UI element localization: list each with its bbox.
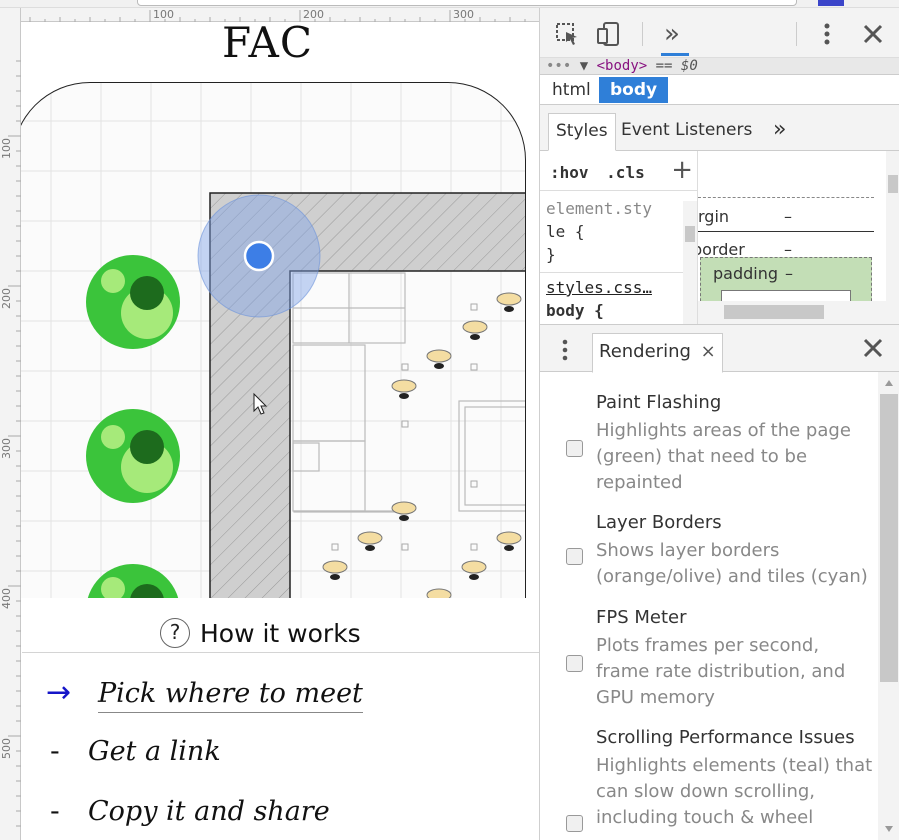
box-model-hscroll[interactable]: [698, 301, 899, 324]
box-model-margin-value[interactable]: –: [784, 207, 792, 226]
ruler-label: 400: [0, 588, 13, 609]
node-tab-html[interactable]: html: [541, 77, 602, 103]
option-desc: Plots frames per second, frame rate dist…: [596, 635, 846, 708]
fps-meter-checkbox[interactable]: [566, 655, 583, 672]
divider: [22, 652, 539, 653]
cls-toggle[interactable]: .cls: [606, 163, 645, 182]
option-title: Layer Borders: [596, 512, 722, 533]
kebab-menu-icon[interactable]: [813, 20, 841, 48]
ruler-label: 300: [0, 438, 13, 459]
stools: [322, 292, 522, 598]
breadcrumb-tag[interactable]: <body>: [597, 58, 648, 74]
breadcrumb[interactable]: ••• ▼ <body> == $0: [540, 58, 899, 75]
option-title: Scrolling Performance Issues: [596, 727, 855, 748]
option-desc: Highlights elements (teal) that can slow…: [596, 755, 873, 828]
browser-top-strip: [0, 0, 899, 8]
close-devtools-icon[interactable]: [859, 20, 887, 48]
arrow-right-icon: →: [46, 675, 72, 710]
close-drawer-icon[interactable]: [860, 335, 886, 365]
devtools-panel: » ••• ▼ <body> == $0 html body Styles Ev…: [539, 8, 899, 840]
box-model-margin-label: rgin: [698, 207, 730, 226]
location-marker: [197, 194, 321, 318]
styles-scrollbar[interactable]: [683, 201, 697, 324]
rule-brace: }: [546, 245, 556, 264]
node-tabs: html body: [540, 75, 899, 105]
stylesheet-link[interactable]: styles.css…: [540, 276, 697, 299]
how-it-works[interactable]: ? How it works: [160, 618, 361, 648]
page-viewport: 100 200 300 100 200 300 400 500 FAC ? Ho…: [0, 0, 539, 840]
furniture-outlines: [292, 272, 525, 513]
step-label: Copy it and share: [88, 796, 330, 827]
address-bar[interactable]: [137, 0, 797, 6]
option-desc: Highlights areas of the page (green) tha…: [596, 420, 851, 493]
rendering-scrollbar[interactable]: [878, 372, 899, 840]
plant-icon: [86, 409, 180, 503]
tab-rendering-label: Rendering: [599, 341, 691, 362]
option-title: Paint Flashing: [596, 392, 722, 413]
node-tab-body[interactable]: body: [599, 77, 669, 103]
scrolling-performance-checkbox[interactable]: [566, 815, 583, 832]
inspect-element-icon[interactable]: [553, 20, 581, 48]
option-title: FPS Meter: [596, 607, 687, 628]
step-label: Pick where to meet: [98, 678, 363, 713]
breadcrumb-eq: == $0: [655, 58, 698, 74]
add-rule-icon[interactable]: +: [671, 155, 693, 185]
box-model-padding-label: padding: [713, 264, 779, 283]
ruler-label: 100: [0, 138, 13, 159]
how-it-works-label: How it works: [200, 618, 361, 648]
hov-toggle[interactable]: :hov: [550, 163, 589, 182]
floor-map[interactable]: [12, 82, 526, 598]
box-model-vscroll[interactable]: [886, 151, 899, 301]
ruler-left: 100 200 300 400 500: [0, 8, 21, 840]
tab-rendering[interactable]: Rendering ×: [592, 333, 723, 373]
step-pick-where-to-meet[interactable]: → Pick where to meet: [46, 675, 363, 713]
rule-selector[interactable]: body {: [540, 299, 697, 322]
more-tabs-icon[interactable]: »: [658, 20, 686, 48]
paint-flashing-checkbox[interactable]: [566, 440, 583, 457]
help-icon[interactable]: ?: [160, 618, 190, 648]
ruler-label: 100: [153, 8, 174, 21]
more-panels-icon[interactable]: »: [766, 113, 793, 151]
rule-selector[interactable]: le {: [540, 220, 697, 243]
page-title: FAC: [222, 18, 313, 67]
plant-icon: [87, 564, 179, 598]
ruler-label: 200: [303, 8, 324, 21]
drawer-menu-icon[interactable]: [555, 337, 575, 367]
style-filter-row: :hov .cls +: [540, 151, 697, 191]
drawer-header: Rendering ×: [540, 324, 899, 373]
tab-styles[interactable]: Styles: [548, 113, 616, 151]
ruler-label: 300: [453, 8, 474, 21]
tab-event-listeners[interactable]: Event Listeners: [614, 113, 759, 151]
plant-icon: [86, 255, 180, 349]
ruler-label: 200: [0, 288, 13, 309]
close-tab-icon[interactable]: ×: [701, 341, 716, 362]
rule-selector[interactable]: element.sty: [540, 197, 697, 220]
step-label: Get a link: [88, 736, 221, 767]
step-copy-and-share[interactable]: - Copy it and share: [50, 796, 330, 827]
box-model: rgin – border – padding –: [698, 151, 899, 324]
option-desc: Shows layer borders (orange/olive) and t…: [596, 540, 868, 587]
devtools-toolbar: »: [540, 8, 899, 58]
extension-badge[interactable]: [818, 0, 844, 6]
rendering-panel: Paint Flashing Highlights areas of the p…: [540, 372, 899, 840]
device-toolbar-icon[interactable]: [595, 20, 623, 48]
ruler-label: 500: [0, 738, 13, 759]
styles-pane: :hov .cls + element.sty le { } styles.cs…: [540, 151, 698, 324]
ruler-top: 100 200 300: [0, 8, 539, 22]
box-model-padding-value[interactable]: –: [785, 264, 793, 283]
layer-borders-checkbox[interactable]: [566, 548, 583, 565]
panel-tabs: Styles Event Listeners »: [540, 105, 899, 151]
step-get-a-link[interactable]: - Get a link: [50, 736, 221, 767]
